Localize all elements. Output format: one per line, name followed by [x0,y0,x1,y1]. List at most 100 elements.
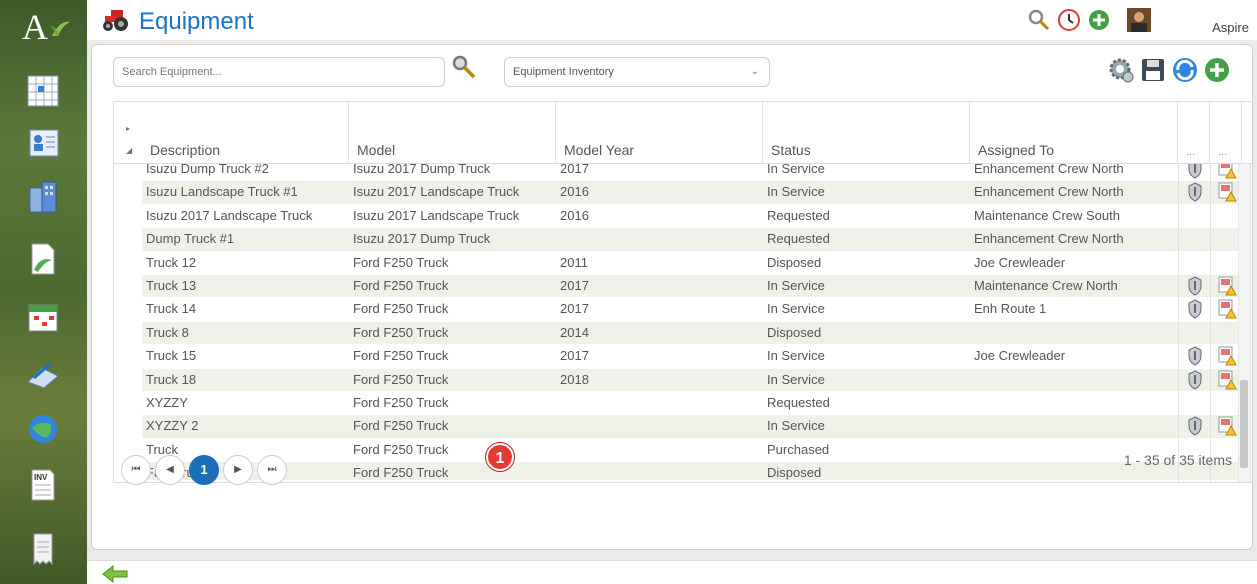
shield-icon[interactable] [1187,182,1203,202]
first-page-button[interactable]: ⏮ [121,455,151,485]
shield-icon[interactable] [1187,299,1203,319]
expand-icon[interactable]: ▸ [126,124,130,133]
cell-status: Disposed [767,465,822,480]
buildings-icon[interactable] [24,178,62,216]
col-action-2[interactable]: ... [1210,102,1242,164]
warning-document-icon[interactable] [1217,346,1237,366]
col-description[interactable]: Description [142,102,349,164]
history-icon[interactable] [1057,8,1081,32]
cell-status: Requested [767,231,830,247]
cell-description: Truck 15 [146,348,197,364]
page-1-button[interactable]: 1 [189,455,219,485]
cell-model: Ford F250 Truck [353,301,449,317]
cell-description: Isuzu Landscape Truck #1 [146,184,298,200]
table-row[interactable]: Truck Ford F250 Truck Purchased [142,439,1240,463]
inventory-icon[interactable]: INV [24,466,62,504]
contacts-icon[interactable] [24,124,62,162]
scrollbar-thumb[interactable] [1240,380,1248,468]
col-model[interactable]: Model [349,102,556,164]
table-row[interactable]: XYZZY Ford F250 Truck Requested [142,392,1240,416]
table-row[interactable]: Truck 8 Ford F250 Truck 2014 Disposed [142,321,1240,346]
tractor-icon [103,10,128,31]
logo-letter: A [22,7,48,47]
next-page-button[interactable]: ▶ [223,455,253,485]
save-icon[interactable] [1138,55,1168,85]
table-row[interactable]: Isuzu Landscape Truck #1 Isuzu 2017 Lands… [142,181,1240,205]
table-row[interactable]: Truck 18 Ford F250 Truck 2018 In Service [142,368,1240,392]
warning-document-icon[interactable] [1217,164,1237,179]
search-icon[interactable] [450,53,478,81]
table-row[interactable]: Truck 15 Ford F250 Truck 2017 In Service Joe… [142,345,1240,369]
aspire-logo[interactable]: A [0,0,87,52]
cell-status: Requested [767,207,830,223]
user-name[interactable]: Aspire [1212,20,1249,35]
cell-assigned-to: Enh Route 1 [974,301,1047,317]
settings-icon[interactable] [1106,55,1136,85]
warning-document-icon[interactable] [1217,182,1237,202]
cell-model-year: 2017 [560,301,589,317]
add-icon[interactable] [1202,55,1232,85]
cell-description: Truck 18 [146,371,197,387]
warning-document-icon[interactable] [1217,276,1237,296]
cell-assigned-to: Enhancement Crew North [974,184,1124,200]
col-status[interactable]: Status [763,102,970,164]
equipment-app: A INV Equipment Aspire Equipment Inve [0,0,1257,584]
table-row[interactable]: Fast TruckFord F250 TruckDisposed [142,462,1240,480]
cell-status: In Service [767,301,825,317]
receipt-icon[interactable] [24,530,62,568]
cell-model: Isuzu 2017 Landscape Truck [353,184,520,200]
calendar-icon[interactable] [24,298,62,336]
cell-model-year: 2011 [560,254,588,270]
refresh-icon[interactable] [1170,55,1200,85]
add-icon[interactable] [1087,8,1111,32]
chevron-down-icon: ⌄ [750,66,759,77]
cell-description: Truck 12 [146,254,197,270]
document-icon[interactable] [24,240,62,278]
shield-icon[interactable] [1187,369,1203,390]
warning-document-icon[interactable] [1217,416,1237,436]
table-row[interactable]: Truck 12 Ford F250 Truck 2011 Disposed Joe C… [142,252,1240,275]
table-row[interactable]: Truck 14 Ford F250 Truck 2017 In Service Enh… [142,298,1240,322]
shield-icon[interactable] [1187,164,1203,179]
search-icon[interactable] [1027,8,1051,32]
equipment-panel: Equipment Inventory ⌄ ▸ ◢ Description Mo… [91,44,1253,550]
search-input[interactable] [113,57,445,87]
grid-icon[interactable] [24,72,62,110]
grid-body: Isuzu Dump Truck #2 Isuzu 2017 Dump Truck… [142,164,1240,480]
globe-icon[interactable] [24,410,62,448]
row-expander[interactable]: ▸ ◢ [114,102,142,164]
cell-assigned-to: Enhancement Crew North [974,231,1124,247]
cell-model-year: 2018 [560,371,589,387]
table-row[interactable]: Isuzu 2017 Landscape Truck Isuzu 2017 Lan… [142,205,1240,229]
map-route-icon[interactable] [24,354,62,392]
shield-icon[interactable] [1187,346,1203,366]
cell-assigned-to: Maintenance Crew South [974,207,1120,223]
vertical-scrollbar[interactable] [1238,164,1250,482]
cell-model: Ford F250 Truck [353,277,449,293]
cell-description: Truck 8 [146,324,189,340]
user-avatar[interactable] [1127,8,1151,32]
cell-model: Ford F250 Truck [353,324,449,340]
equipment-grid: ▸ ◢ Description Model Model Year Status … [113,101,1252,483]
shield-icon[interactable] [1187,416,1203,436]
cell-description: Dump Truck #1 [146,231,235,247]
back-arrow-icon[interactable] [101,563,129,584]
col-assigned-to[interactable]: Assigned To [970,102,1178,164]
table-row[interactable]: Truck 13 Ford F250 Truck 2017 In Service Mai… [142,274,1240,299]
table-row[interactable]: Isuzu Dump Truck #2 Isuzu 2017 Dump Truck… [142,164,1240,182]
warning-document-icon[interactable] [1217,370,1237,390]
shield-icon[interactable] [1187,276,1203,296]
last-page-button[interactable]: ⏭ [257,455,287,485]
prev-page-button[interactable]: ◀ [155,455,185,485]
col-model-year[interactable]: Model Year [556,102,763,164]
column-divider [1210,164,1211,482]
grid-header: ▸ ◢ Description Model Model Year Status … [114,102,1252,164]
cell-description: Truck 13 [146,277,197,293]
collapse-icon[interactable]: ◢ [126,146,132,155]
view-select[interactable]: Equipment Inventory ⌄ [504,57,770,87]
table-row[interactable]: XYZZY 2 Ford F250 Truck In Service [142,415,1240,439]
table-row[interactable]: Dump Truck #1 Isuzu 2017 Dump Truck Reques… [142,228,1240,252]
warning-document-icon[interactable] [1217,299,1237,319]
col-action-1[interactable]: ... [1178,102,1210,164]
cell-description: XYZZY [146,394,188,410]
